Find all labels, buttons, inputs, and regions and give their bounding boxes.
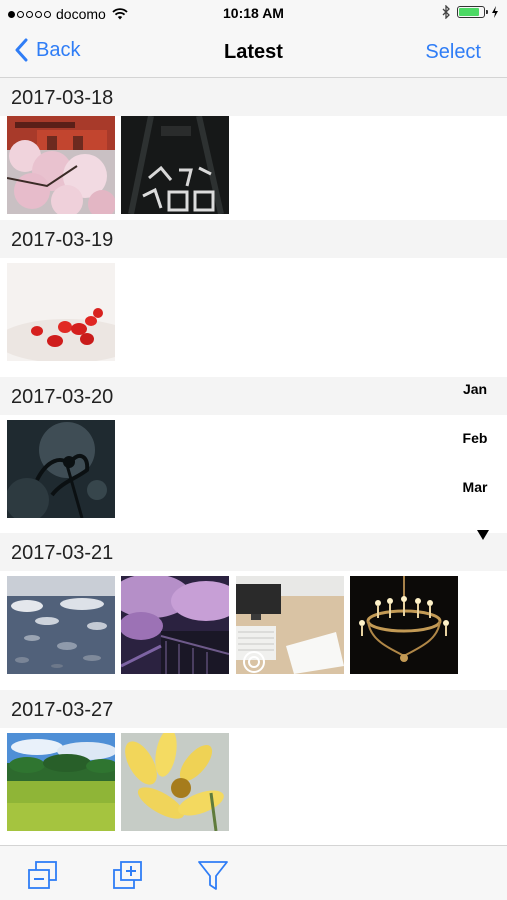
- filter-icon[interactable]: [196, 858, 230, 892]
- photo-thumbnail-river-stones[interactable]: [7, 576, 115, 674]
- photo-thumbnail-strawberries-cream[interactable]: [7, 263, 115, 361]
- photo-thumbnail-night-cherry-blossoms[interactable]: [121, 576, 229, 674]
- section-date: 2017-03-20: [11, 386, 114, 408]
- charging-bolt-icon: [492, 6, 498, 18]
- photo-thumbnail-cherry-blossom-temple[interactable]: [7, 116, 115, 214]
- photo-thumbnail-chandelier[interactable]: [350, 576, 458, 674]
- month-index-jan[interactable]: Jan: [455, 381, 495, 397]
- section-date: 2017-03-18: [11, 87, 114, 109]
- navigation-bar: Back Latest Select: [0, 28, 507, 78]
- collapse-icon[interactable]: [26, 858, 60, 892]
- status-bar: docomo 10:18 AM: [0, 0, 507, 28]
- section-header: 2017-03-27: [0, 690, 507, 728]
- section-header: 2017-03-21: [0, 533, 507, 571]
- month-index-feb[interactable]: Feb: [455, 430, 495, 446]
- section-header: 2017-03-19: [0, 220, 507, 258]
- bottom-toolbar: [0, 845, 507, 900]
- section-date: 2017-03-21: [11, 542, 114, 564]
- photo-thumbnail-dark-flower-silhouette[interactable]: [7, 420, 115, 518]
- section-header: 2017-03-20: [0, 377, 507, 415]
- month-index-mar[interactable]: Mar: [455, 479, 495, 495]
- battery-icon: [457, 6, 488, 18]
- battery-level: [459, 8, 479, 16]
- section-date: 2017-03-19: [11, 229, 114, 251]
- expand-add-icon[interactable]: [111, 858, 145, 892]
- select-button[interactable]: Select: [425, 41, 481, 64]
- section-date: 2017-03-27: [11, 699, 114, 721]
- photo-thumbnail-desk-keyboard[interactable]: [236, 576, 344, 674]
- status-time: 10:18 AM: [223, 5, 284, 21]
- photo-grid[interactable]: 2017-03-18 2017-03-19 2017-03-20 2017-03…: [0, 78, 507, 845]
- photo-thumbnail-school-road-marking-night[interactable]: [121, 116, 229, 214]
- section-header: 2017-03-18: [0, 78, 507, 116]
- photo-thumbnail-yellow-daisies[interactable]: [121, 733, 229, 831]
- bluetooth-icon: [442, 5, 450, 19]
- down-triangle-icon[interactable]: [477, 530, 489, 540]
- status-right: [442, 5, 499, 19]
- photo-thumbnail-green-field-sky[interactable]: [7, 733, 115, 831]
